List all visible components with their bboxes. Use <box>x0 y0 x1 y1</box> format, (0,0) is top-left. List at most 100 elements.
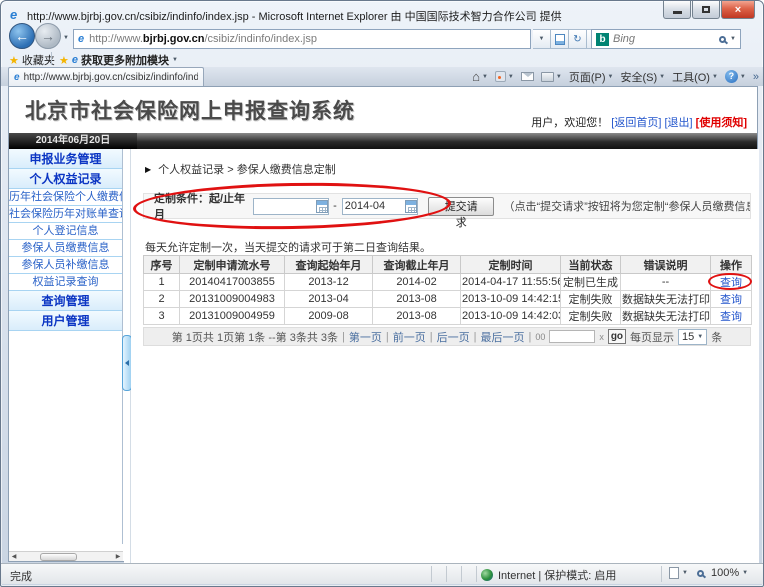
home-button[interactable]: ⌂▼ <box>472 69 488 84</box>
per-page-select[interactable]: 15 ▼ <box>678 329 707 345</box>
cell-seq: 2 <box>144 291 180 308</box>
sidebar-item-personal-registration[interactable]: 个人登记信息 <box>9 223 122 240</box>
view-mode-button[interactable]: ▼ <box>669 567 688 579</box>
internet-zone-icon <box>481 569 493 581</box>
col-header: 序号 <box>144 256 180 274</box>
search-icon[interactable] <box>719 36 726 43</box>
sidebar-horizontal-scrollbar[interactable]: ◀ ▶ <box>9 551 123 561</box>
compatibility-view-button[interactable] <box>551 29 569 49</box>
search-options-icon[interactable]: ▼ <box>730 36 736 42</box>
active-tab[interactable]: e http://www.bjrbj.gov.cn/csibiz/indinfo… <box>8 67 204 86</box>
page-menu-label: 页面(P) <box>569 69 606 85</box>
col-header: 错误说明 <box>621 256 711 274</box>
sidebar-item-rights-record-query[interactable]: 权益记录查询 <box>9 274 122 291</box>
cell-time: 2013-10-09 14:42:03 <box>461 308 561 325</box>
printer-icon <box>541 72 554 82</box>
sidebar-item-personal-rights[interactable]: 个人权益记录 <box>9 169 122 189</box>
home-icon: ⌂ <box>472 69 480 84</box>
pagination-bar: 第 1页共 1页第 1条 --第 3条共 3条 | 第一页 | 前一页 | 后一… <box>143 327 751 346</box>
sidebar-item-statement-query[interactable]: 社会保险历年对账单查询（四险） <box>9 206 122 223</box>
zone-text: Internet | 保护模式: 启用 <box>498 567 616 583</box>
bing-logo-icon: b <box>596 33 609 46</box>
divider <box>661 566 662 582</box>
back-button[interactable]: ← <box>9 23 35 49</box>
minimize-button[interactable] <box>663 1 691 19</box>
submit-request-button[interactable]: 提交请求 <box>428 197 495 216</box>
sidebar-item-user-management[interactable]: 用户管理 <box>9 311 122 331</box>
tools-menu-button[interactable]: 工具(O)▼ <box>672 69 718 85</box>
breadcrumb-arrow-icon: ▶ <box>145 165 151 174</box>
address-bar-input[interactable]: e http://www.bjrbj.gov.cn/csibiz/indinfo… <box>73 29 531 49</box>
ie-icon: e <box>10 7 17 22</box>
cell-start-month: 2009-08 <box>285 308 373 325</box>
current-date: 2014年06月20日 <box>9 133 137 149</box>
sidebar-item-query-management[interactable]: 查询管理 <box>9 291 122 311</box>
scroll-left-icon[interactable]: ◀ <box>9 552 19 562</box>
maximize-button[interactable] <box>692 1 720 19</box>
home-page-link[interactable]: [返回首页] <box>611 117 661 129</box>
date-bar: 2014年06月20日 <box>9 133 757 149</box>
chevron-down-icon: ▼ <box>712 74 718 80</box>
history-dropdown-icon[interactable]: ▼ <box>63 35 69 41</box>
favorites-button[interactable]: ★ 收藏夹 <box>9 52 55 68</box>
addons-button[interactable]: ★ e 获取更多附加模块 ▼ <box>59 52 178 68</box>
logout-link[interactable]: [退出] <box>664 117 692 129</box>
calendar-icon[interactable] <box>316 200 328 213</box>
breadcrumb-text: 个人权益记录 > 参保人缴费信息定制 <box>158 161 336 177</box>
query-link[interactable]: 查询 <box>720 311 742 323</box>
last-page-link[interactable]: 最后一页 <box>480 329 524 345</box>
breadcrumb: ▶ 个人权益记录 > 参保人缴费信息定制 <box>145 161 336 177</box>
separator: | <box>528 331 531 343</box>
sidebar-item-insured-payment-info[interactable]: 参保人员缴费信息 <box>9 240 122 257</box>
scrollbar-track[interactable] <box>19 552 113 562</box>
search-box[interactable]: b Bing ▼ <box>591 29 741 49</box>
status-text: 完成 <box>10 568 32 584</box>
refresh-button[interactable]: ↻ <box>569 29 587 49</box>
col-header: 查询截止年月 <box>373 256 461 274</box>
security-menu-label: 安全(S) <box>620 69 657 85</box>
scroll-right-icon[interactable]: ▶ <box>113 552 123 562</box>
pagination-summary: 第 1页共 1页第 1条 --第 3条共 3条 <box>172 329 338 345</box>
page-jump-input[interactable] <box>549 330 595 343</box>
sidebar-item-supplementary-payment[interactable]: 参保人员补缴信息 <box>9 257 122 274</box>
query-link[interactable]: 查询 <box>720 294 742 306</box>
close-button[interactable]: × <box>721 1 755 19</box>
address-dropdown-button[interactable]: ▼ <box>533 29 551 49</box>
zoom-control[interactable]: 100% ▼ <box>697 567 748 579</box>
chevron-down-icon: ▼ <box>508 74 514 80</box>
sidebar-item-history-statement[interactable]: 历年社会保险个人缴费信息对账单 <box>9 189 122 206</box>
window-title: http://www.bjrbj.gov.cn/csibiz/indinfo/i… <box>27 8 562 24</box>
jump-prefix-text: 00 <box>535 332 545 342</box>
addons-label: 获取更多附加模块 <box>81 52 169 68</box>
command-bar: ⌂▼ ▼ ▼ 页面(P)▼ 安全(S)▼ 工具(O)▼ ?▼ » <box>472 68 759 85</box>
print-button[interactable]: ▼ <box>541 72 562 82</box>
table-row: 2 20131009004983 2013-04 2013-08 2013-10… <box>144 291 752 308</box>
divider <box>51 52 52 65</box>
prev-page-link[interactable]: 前一页 <box>393 329 426 345</box>
scrollbar-thumb[interactable] <box>40 553 78 561</box>
compatibility-icon <box>555 34 565 45</box>
next-page-link[interactable]: 后一页 <box>437 329 470 345</box>
ie-icon: e <box>14 72 20 83</box>
col-header: 操作 <box>711 256 752 274</box>
help-button[interactable]: ?▼ <box>725 70 746 83</box>
go-button[interactable]: go <box>608 329 626 344</box>
search-input[interactable]: Bing <box>613 33 719 45</box>
cell-status: 定制已生成 <box>561 274 621 291</box>
first-page-link[interactable]: 第一页 <box>349 329 382 345</box>
tab-title: http://www.bjrbj.gov.cn/csibiz/indinfo/i… <box>24 72 198 83</box>
feeds-button[interactable]: ▼ <box>495 71 514 82</box>
read-mail-button[interactable] <box>521 72 534 81</box>
customize-form: 定制条件：起/止年月 - 提交请求 （点击“提交请求”按钮将为您定制“参保人员缴… <box>143 193 751 219</box>
favorites-bar: ★ 收藏夹 ★ e 获取更多附加模块 ▼ <box>1 51 763 67</box>
calendar-icon[interactable] <box>405 200 417 213</box>
page-menu-button[interactable]: 页面(P)▼ <box>569 69 614 85</box>
overflow-chevron[interactable]: » <box>753 71 759 83</box>
security-menu-button[interactable]: 安全(S)▼ <box>620 69 665 85</box>
usage-notice-link[interactable]: [使用须知] <box>696 117 747 129</box>
cell-error: -- <box>621 274 711 291</box>
sidebar-item-declare-business[interactable]: 申报业务管理 <box>9 149 122 169</box>
table-header-row: 序号 定制申请流水号 查询起始年月 查询截止年月 定制时间 当前状态 错误说明 … <box>144 256 752 274</box>
forward-button[interactable]: → <box>35 23 61 49</box>
query-link[interactable]: 查询 <box>720 277 742 289</box>
